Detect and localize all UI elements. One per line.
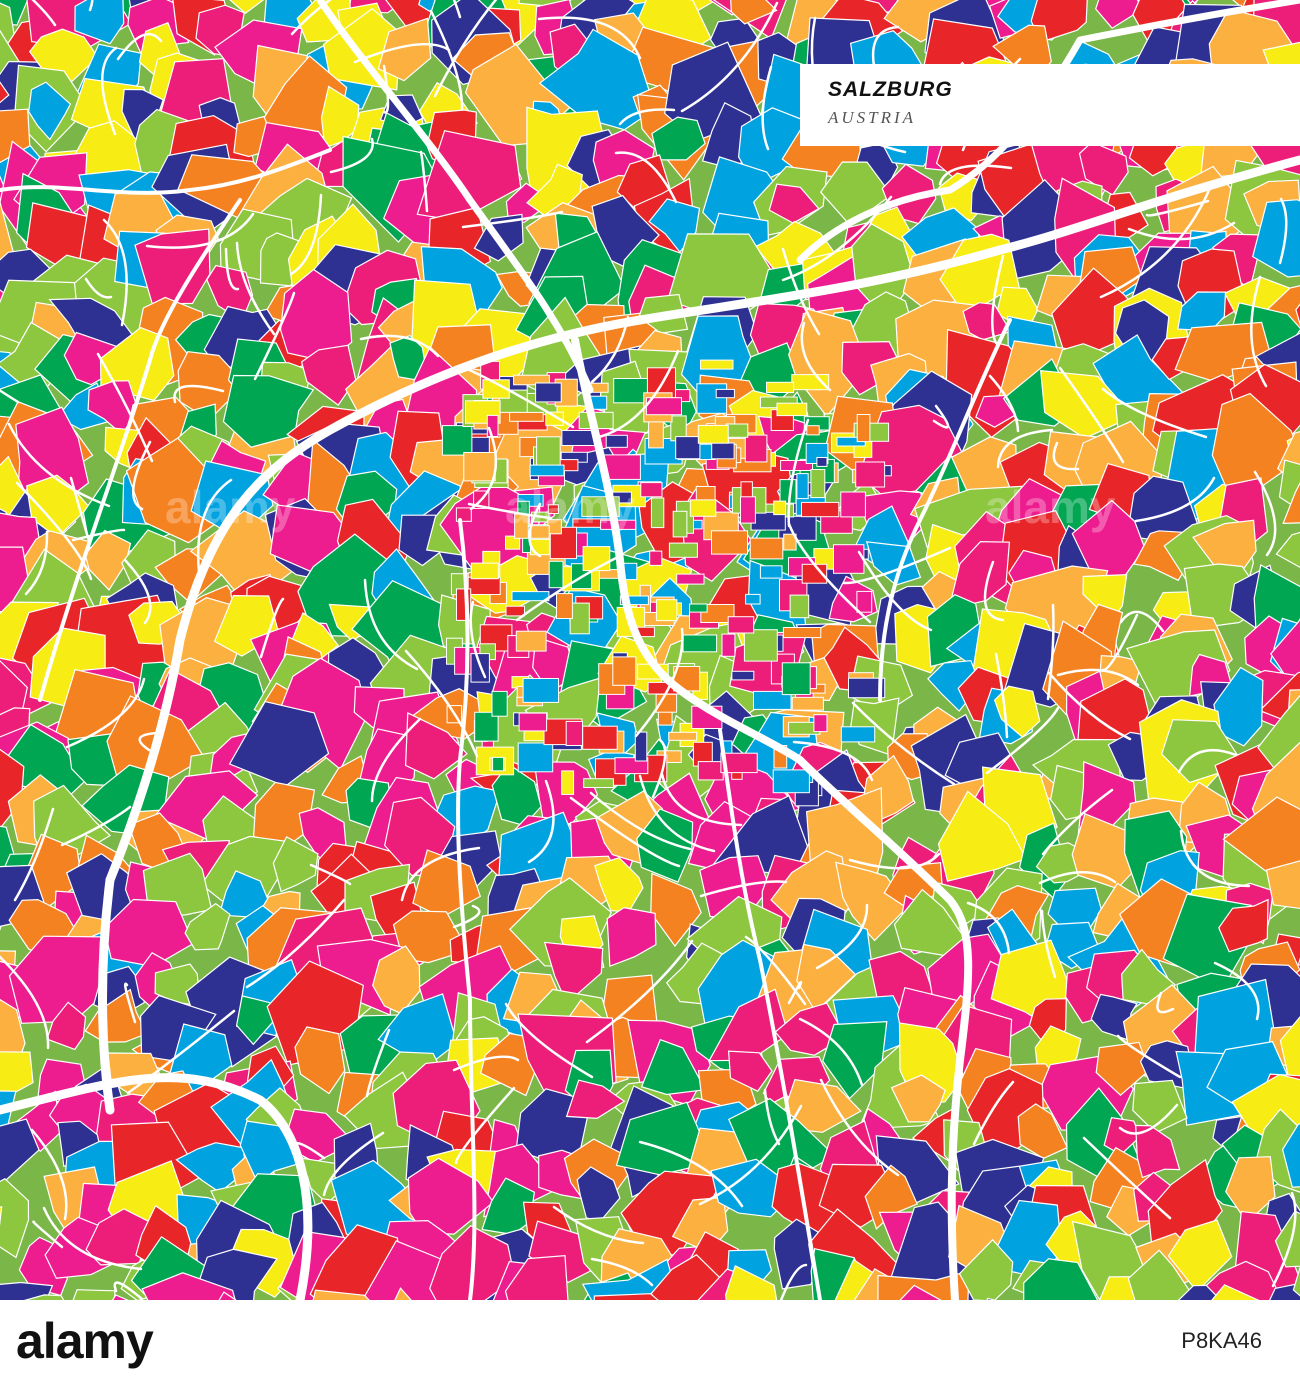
city-block xyxy=(486,414,499,437)
city-block xyxy=(697,424,729,444)
city-block xyxy=(689,603,708,613)
city-block xyxy=(779,479,797,504)
city-block xyxy=(700,359,734,370)
city-block xyxy=(548,560,564,589)
map-canvas xyxy=(0,0,1300,1300)
city-block xyxy=(791,696,824,711)
city-block xyxy=(517,742,554,773)
city-block xyxy=(682,634,718,653)
city-block xyxy=(522,678,559,703)
map-title-card: SALZBURG AUSTRIA xyxy=(800,64,1300,146)
city-block xyxy=(743,629,778,662)
city-block xyxy=(561,770,575,795)
city-block xyxy=(547,519,562,535)
city-block xyxy=(491,690,508,717)
city-block xyxy=(776,402,808,417)
country-name: AUSTRIA xyxy=(828,108,917,127)
stock-logo: alamy xyxy=(16,1313,154,1369)
city-block xyxy=(467,576,501,596)
city-block xyxy=(569,602,590,635)
city-block xyxy=(856,590,873,613)
city-block xyxy=(535,382,562,403)
land-parcel xyxy=(1275,531,1300,568)
city-block xyxy=(668,731,698,741)
city-block xyxy=(711,530,748,555)
image-id: P8KA46 xyxy=(1181,1328,1262,1353)
city-block xyxy=(816,457,828,467)
city-block xyxy=(675,436,701,460)
city-block xyxy=(782,627,822,639)
city-block xyxy=(696,383,728,414)
city-block xyxy=(530,538,550,556)
city-block xyxy=(565,720,584,747)
city-block xyxy=(668,542,698,558)
city-block xyxy=(515,630,547,652)
land-parcel xyxy=(72,1289,116,1300)
city-block xyxy=(505,605,525,617)
city-block xyxy=(749,537,784,560)
city-block xyxy=(744,434,768,463)
city-block xyxy=(518,712,548,732)
land-parcel xyxy=(0,1177,30,1259)
city-block xyxy=(511,591,550,602)
city-block xyxy=(801,501,840,518)
city-block xyxy=(582,725,618,750)
land-parcel xyxy=(606,906,657,968)
land-parcel xyxy=(0,1051,34,1098)
city-block xyxy=(773,500,787,516)
city-block xyxy=(856,414,871,443)
city-block xyxy=(650,497,665,529)
city-block xyxy=(547,504,559,514)
city-block xyxy=(796,473,809,500)
city-block xyxy=(556,593,573,619)
city-block xyxy=(810,469,826,499)
city-block xyxy=(509,411,544,422)
city-block xyxy=(781,662,811,696)
city-block xyxy=(772,769,810,794)
city-block xyxy=(655,599,678,622)
city-name: SALZBURG xyxy=(828,78,953,101)
city-block xyxy=(813,714,828,733)
city-block xyxy=(840,726,876,743)
city-block xyxy=(697,761,724,781)
city-block xyxy=(689,499,717,517)
city-block xyxy=(514,513,529,539)
city-block xyxy=(833,544,865,574)
map-area: alamy alamy alamy SALZBURG AUSTRIA xyxy=(0,0,1300,1300)
city-block xyxy=(529,464,565,477)
city-block xyxy=(840,491,866,518)
city-block xyxy=(441,425,473,456)
land-parcel xyxy=(8,935,103,1024)
city-block xyxy=(613,378,649,404)
city-block xyxy=(721,633,736,657)
city-block xyxy=(530,525,550,539)
city-block xyxy=(731,670,755,681)
city-block xyxy=(492,756,505,772)
city-block xyxy=(612,656,637,686)
city-block xyxy=(745,593,761,605)
city-block xyxy=(855,461,886,488)
city-block xyxy=(789,594,810,619)
city-block xyxy=(463,452,496,482)
city-block xyxy=(640,482,663,498)
land-parcel xyxy=(294,1026,346,1095)
city-block xyxy=(583,778,614,789)
city-block xyxy=(759,565,783,579)
city-block xyxy=(470,562,499,580)
stock-footer: alamy P8KA46 xyxy=(0,1300,1300,1390)
city-block xyxy=(672,510,688,538)
city-block xyxy=(676,573,705,585)
city-block xyxy=(725,423,749,438)
city-block xyxy=(766,381,795,393)
city-block xyxy=(715,388,735,399)
city-block xyxy=(727,616,755,634)
city-block xyxy=(605,434,628,448)
city-block xyxy=(536,436,561,469)
city-block xyxy=(649,550,663,566)
city-block xyxy=(711,442,735,460)
city-block xyxy=(806,425,820,436)
city-block xyxy=(740,496,756,524)
